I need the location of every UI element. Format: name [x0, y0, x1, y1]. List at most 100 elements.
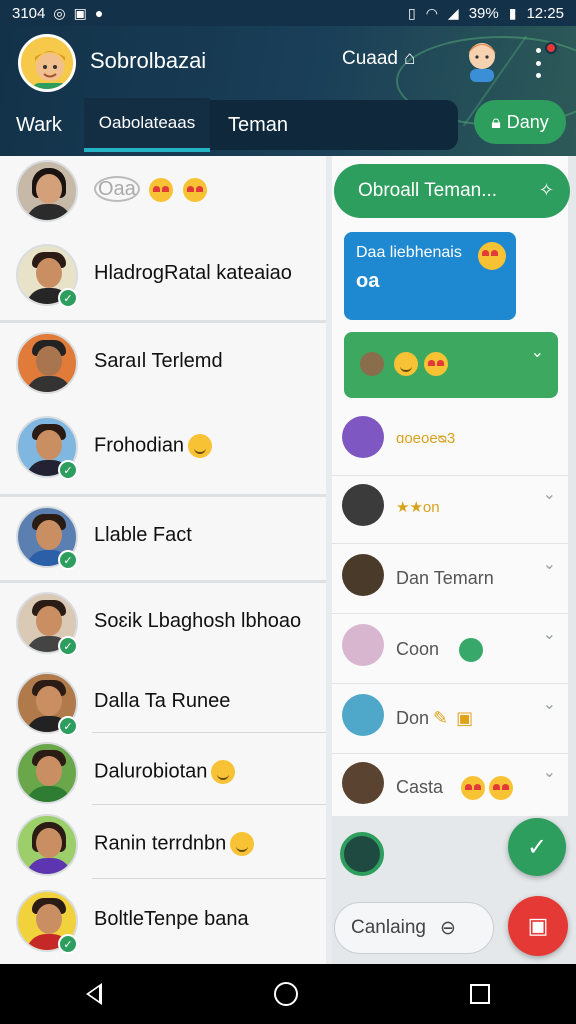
heart-eyes-emoji-icon	[461, 776, 486, 800]
list-item[interactable]: Don ✎ ▣ ⌄	[332, 684, 568, 754]
verified-check-icon: ✓	[58, 550, 78, 570]
message-subtext: oa	[356, 270, 380, 292]
row-label: Don	[396, 708, 430, 728]
compose-label: Canlaing	[351, 917, 426, 938]
battery-icon: ▮	[508, 4, 517, 21]
notification-badge	[545, 42, 557, 54]
chevron-down-icon[interactable]: ⌄	[543, 484, 556, 504]
contact-list[interactable]: Oaa ✓ HladrogRatal kateaiao Saraıl Terle…	[0, 156, 326, 964]
more-options-icon[interactable]	[528, 48, 548, 78]
status-time-right: 12:25	[526, 4, 564, 22]
avatar	[16, 332, 78, 394]
check-fab-button[interactable]: ✓	[508, 818, 566, 876]
list-item[interactable]: Dan Temarn ⌄	[332, 544, 568, 614]
check-icon: ✓	[526, 833, 548, 861]
notification-dot-icon: ●	[94, 5, 104, 21]
avatar	[342, 694, 384, 736]
verified-check-icon: ✓	[58, 460, 78, 480]
chevron-down-icon[interactable]: ⌄	[543, 694, 556, 714]
verified-check-icon: ✓	[58, 934, 78, 954]
lock-icon: 🔒︎	[491, 111, 501, 132]
list-item[interactable]: Saraıl Terlemd	[0, 328, 326, 412]
home-icon[interactable]	[274, 982, 298, 1006]
list-item[interactable]: ★★on ⌄	[332, 474, 568, 544]
dany-button[interactable]: 🔒︎ Dany	[474, 100, 566, 144]
contact-name: Llable Fact	[94, 524, 192, 546]
battery-percent: 39%	[468, 4, 499, 22]
smile-emoji-icon	[211, 760, 236, 784]
list-item[interactable]: ✓ HladrogRatal kateaiao	[0, 240, 326, 324]
profile-avatar[interactable]	[18, 34, 76, 92]
avatar	[342, 624, 384, 666]
signal-icon: ◢	[447, 4, 459, 21]
contact-name: Frohodian	[94, 434, 185, 457]
list-item[interactable]: Casta ⌄	[332, 752, 568, 822]
avatar	[16, 742, 78, 804]
row-label: Casta	[396, 776, 444, 797]
app-title: Sobrolbazai	[90, 48, 207, 73]
app-header: Sobrolbazai Cuaad ⌂ Wark Oabolateaas Tem…	[0, 26, 576, 156]
chevron-down-icon[interactable]: ⌄	[543, 624, 556, 644]
back-icon[interactable]	[86, 983, 102, 1005]
chevron-down-icon[interactable]: ⌄	[531, 342, 544, 362]
compose-field[interactable]: Canlaing ⊖	[334, 902, 494, 954]
list-item[interactable]: Coon ⌄	[332, 614, 568, 684]
tab-oabolateaas[interactable]: Oabolateaas	[84, 98, 210, 152]
chevron-down-icon[interactable]: ⌄	[543, 554, 556, 574]
row-label: ★★on	[396, 499, 440, 516]
pencil-icon: ✎	[433, 708, 449, 728]
heart-eyes-emoji-icon	[489, 776, 514, 800]
status-time-left: 3104	[12, 4, 46, 22]
list-item[interactable]: ɑoeoeᴓ3	[332, 406, 568, 476]
header-secondary[interactable]: Cuaad ⌂	[342, 48, 415, 70]
tab-teman[interactable]: Teman	[228, 98, 288, 152]
row-label: Coon	[396, 638, 440, 659]
whatsapp-icon: ◎	[53, 4, 66, 21]
message-bubble-blue[interactable]: Daa liebhenais oa	[344, 232, 516, 320]
status-bar: 3104 ◎ ▣ ● ▯ ◠ ◢ 39% ▮ 12:25	[0, 0, 576, 26]
contact-name: Ranin terrdnbn	[94, 832, 227, 855]
group-emoji-icon	[360, 352, 384, 376]
chevron-down-icon[interactable]: ⌄	[543, 762, 556, 782]
row-label: Dan Temarn	[396, 568, 494, 588]
list-item[interactable]: ✓ Frohodian	[0, 412, 326, 496]
new-message-fab-button[interactable]: ▣	[508, 896, 568, 956]
contact-name: Saraıl Terlemd	[94, 350, 223, 372]
obroall-teman-pill[interactable]: Obroall Teman... ✧	[334, 164, 570, 218]
avatar	[16, 814, 78, 876]
contact-name: Oaa	[94, 176, 140, 203]
verified-check-icon: ✓	[58, 288, 78, 308]
avatar	[342, 416, 384, 458]
list-item[interactable]: ✓ Llable Fact	[0, 502, 326, 586]
recent-apps-icon[interactable]	[470, 984, 490, 1004]
message-bubble-green[interactable]: ⌄	[344, 332, 558, 398]
avatar	[16, 160, 78, 222]
smile-emoji-icon	[394, 352, 418, 376]
status-ring-icon[interactable]	[340, 832, 384, 876]
box-icon: ▣	[456, 708, 474, 728]
verified-check-icon: ✓	[58, 636, 78, 656]
system-nav-bar	[0, 964, 576, 1024]
heart-eyes-emoji-icon	[478, 242, 506, 270]
list-item[interactable]: Oaa	[0, 156, 326, 240]
list-item[interactable]: Ranin terrdnbn	[0, 810, 326, 894]
heart-eyes-emoji-icon	[149, 178, 174, 202]
avatar	[342, 484, 384, 526]
chat-icon: ▣	[527, 913, 549, 938]
list-item[interactable]: ✓ Soɛik Lbaghosh lbhoao	[0, 588, 326, 672]
row-label: ɑoeoeᴓ3	[396, 430, 456, 447]
header-secondary-label: Cuaad	[342, 48, 398, 69]
wifi-icon: ◠	[425, 4, 438, 21]
image-icon: ▣	[73, 4, 87, 21]
heart-eyes-emoji-icon	[182, 178, 207, 202]
contact-name: BoltleTenpe bana	[94, 908, 249, 930]
tab-wark[interactable]: Wark	[16, 98, 62, 152]
list-item[interactable]: ✓ BoltleTenpe bana	[0, 886, 326, 964]
lock-icon: ⊖	[440, 917, 456, 939]
verified-check-icon: ✓	[58, 716, 78, 736]
vibrate-icon: ▯	[407, 4, 416, 21]
smile-emoji-icon	[188, 434, 213, 458]
contact-name: Soɛik Lbaghosh lbhoao	[94, 610, 302, 632]
contact-avatar-icon[interactable]	[462, 38, 502, 82]
dany-button-label: Dany	[506, 111, 549, 132]
